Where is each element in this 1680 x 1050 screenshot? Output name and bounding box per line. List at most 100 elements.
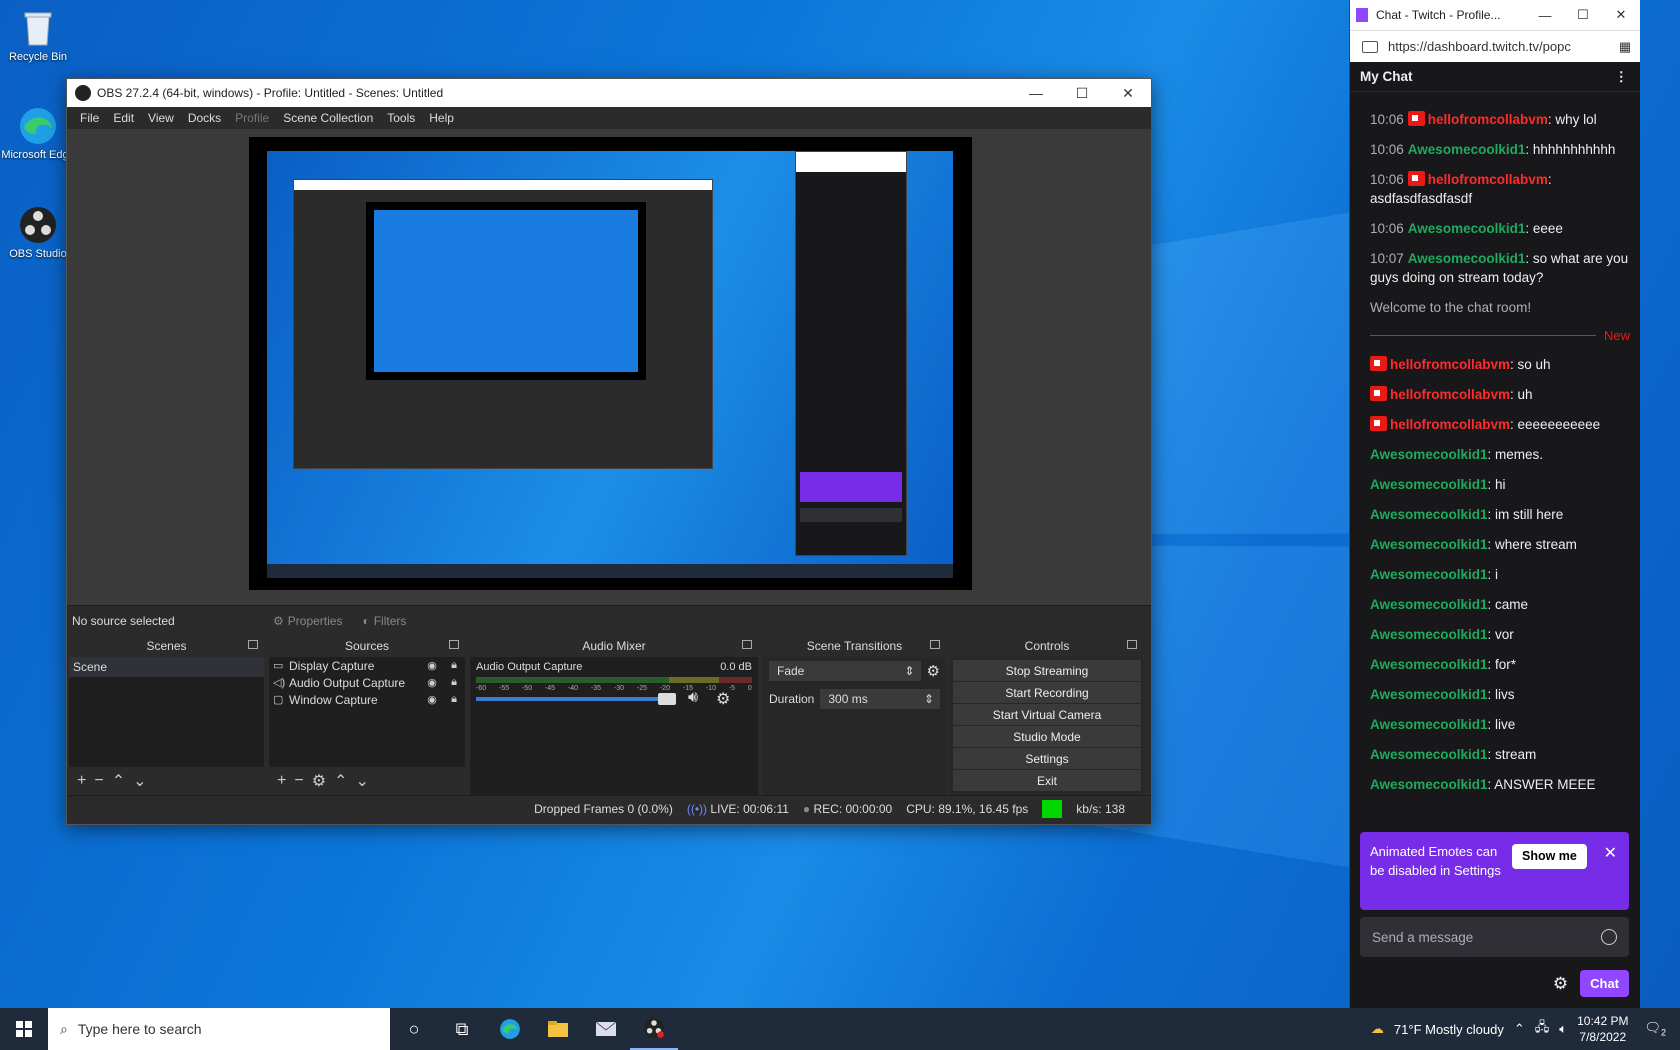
- chat-username[interactable]: hellofromcollabvm: [1390, 387, 1510, 402]
- desktop-icon-obs[interactable]: OBS Studio: [0, 205, 76, 260]
- start-button[interactable]: [0, 1008, 48, 1050]
- chat-username[interactable]: Awesomecoolkid1: [1370, 567, 1488, 582]
- menu-view[interactable]: View: [141, 111, 181, 125]
- move-up-icon[interactable]: ⌃: [112, 771, 125, 791]
- edge-taskbar-icon[interactable]: [486, 1008, 534, 1050]
- cortana-icon[interactable]: ○: [390, 1008, 438, 1050]
- duration-input[interactable]: 300 ms ⇕: [820, 689, 940, 709]
- filters-button[interactable]: ◐ Filters: [356, 612, 412, 630]
- undock-icon[interactable]: [930, 640, 940, 649]
- undock-icon[interactable]: [248, 640, 258, 649]
- task-view-icon[interactable]: ⧉: [438, 1008, 486, 1050]
- undock-icon[interactable]: [1127, 640, 1137, 649]
- menu-docks[interactable]: Docks: [181, 111, 228, 125]
- chat-input[interactable]: Send a message: [1360, 917, 1629, 957]
- volume-icon[interactable]: 🔈︎: [1559, 1021, 1567, 1037]
- obs-taskbar-icon[interactable]: [630, 1008, 678, 1050]
- chat-send-button[interactable]: Chat: [1580, 970, 1629, 997]
- taskbar-search[interactable]: ⌕ Type here to search: [48, 1008, 390, 1050]
- close-icon[interactable]: ✕: [1604, 844, 1617, 863]
- undock-icon[interactable]: [449, 640, 459, 649]
- remove-icon[interactable]: −: [94, 772, 103, 790]
- studio-mode-button[interactable]: Studio Mode: [953, 726, 1141, 747]
- volume-slider[interactable]: [476, 697, 674, 701]
- lock-icon[interactable]: 🔒︎: [443, 693, 465, 706]
- weather-text[interactable]: 71°F Mostly cloudy: [1394, 1022, 1504, 1037]
- exit-button[interactable]: Exit: [953, 770, 1141, 791]
- remove-icon[interactable]: −: [294, 772, 303, 790]
- chat-username[interactable]: Awesomecoolkid1: [1370, 447, 1488, 462]
- lock-icon[interactable]: 🔒︎: [443, 676, 465, 689]
- chat-username[interactable]: hellofromcollabvm: [1390, 357, 1510, 372]
- more-options-icon[interactable]: ⋮: [1615, 69, 1629, 85]
- scene-item[interactable]: Scene: [69, 657, 264, 677]
- network-icon[interactable]: 🖧︎: [1535, 1018, 1550, 1040]
- source-item[interactable]: ▢ Window Capture ◉ 🔒︎: [269, 691, 465, 708]
- chat-username[interactable]: Awesomecoolkid1: [1370, 627, 1488, 642]
- eye-icon[interactable]: ◉: [421, 676, 443, 689]
- eye-icon[interactable]: ◉: [421, 693, 443, 706]
- close-button[interactable]: ✕: [1105, 79, 1151, 107]
- move-down-icon[interactable]: ⌄: [133, 771, 146, 791]
- gear-icon[interactable]: ⚙: [927, 662, 940, 680]
- chat-username[interactable]: Awesomecoolkid1: [1370, 717, 1488, 732]
- stepper-icon[interactable]: ⇕: [924, 692, 934, 706]
- obs-titlebar[interactable]: OBS 27.2.4 (64-bit, windows) - Profile: …: [67, 79, 1151, 107]
- chat-username[interactable]: Awesomecoolkid1: [1370, 777, 1488, 792]
- chevron-up-icon[interactable]: ⌃: [1514, 1021, 1525, 1037]
- close-button[interactable]: ✕: [1602, 7, 1640, 23]
- menu-profile[interactable]: Profile: [228, 111, 276, 125]
- app-icon[interactable]: ▦: [1610, 39, 1640, 55]
- stop-streaming-button[interactable]: Stop Streaming: [953, 660, 1141, 681]
- notification-icon[interactable]: 🗨︎2: [1638, 1020, 1672, 1038]
- chat-username[interactable]: hellofromcollabvm: [1428, 172, 1548, 187]
- maximize-button[interactable]: ☐: [1564, 7, 1602, 23]
- menu-help[interactable]: Help: [422, 111, 461, 125]
- menu-tools[interactable]: Tools: [380, 111, 422, 125]
- slider-handle[interactable]: [658, 693, 676, 705]
- chat-username[interactable]: Awesomecoolkid1: [1370, 597, 1488, 612]
- start-recording-button[interactable]: Start Recording: [953, 682, 1141, 703]
- properties-button[interactable]: ⚙ Properties: [267, 612, 348, 630]
- desktop-icon-recycle-bin[interactable]: Recycle Bin: [0, 8, 76, 63]
- menu-scene-collection[interactable]: Scene Collection: [276, 111, 380, 125]
- program-preview[interactable]: [249, 137, 972, 590]
- gear-icon[interactable]: ⚙: [716, 689, 730, 709]
- settings-button[interactable]: Settings: [953, 748, 1141, 769]
- eye-icon[interactable]: ◉: [421, 659, 443, 672]
- lock-icon[interactable]: 🔒︎: [443, 659, 465, 672]
- move-up-icon[interactable]: ⌃: [334, 771, 347, 791]
- minimize-button[interactable]: —: [1013, 79, 1059, 107]
- chat-username[interactable]: Awesomecoolkid1: [1370, 657, 1488, 672]
- clock[interactable]: 10:42 PM 7/8/2022: [1577, 1013, 1628, 1045]
- desktop-icon-edge[interactable]: Microsoft Edge: [0, 106, 76, 161]
- menu-file[interactable]: File: [73, 111, 106, 125]
- chat-username[interactable]: Awesomecoolkid1: [1408, 142, 1526, 157]
- emote-picker-icon[interactable]: [1601, 929, 1617, 945]
- chat-username[interactable]: Awesomecoolkid1: [1408, 251, 1526, 266]
- chat-username[interactable]: Awesomecoolkid1: [1370, 747, 1488, 762]
- gear-icon[interactable]: ⚙: [312, 771, 326, 791]
- undock-icon[interactable]: [742, 640, 752, 649]
- chat-username[interactable]: hellofromcollabvm: [1428, 112, 1548, 127]
- chat-titlebar[interactable]: Chat - Twitch - Profile... — ☐ ✕: [1350, 0, 1640, 30]
- maximize-button[interactable]: ☐: [1059, 79, 1105, 107]
- minimize-button[interactable]: —: [1526, 8, 1564, 23]
- add-icon[interactable]: +: [77, 772, 86, 790]
- mail-icon[interactable]: [582, 1008, 630, 1050]
- chat-username[interactable]: Awesomecoolkid1: [1370, 507, 1488, 522]
- speaker-icon[interactable]: 🔊︎: [688, 689, 698, 707]
- menu-edit[interactable]: Edit: [106, 111, 141, 125]
- move-down-icon[interactable]: ⌄: [355, 771, 368, 791]
- chat-username[interactable]: Awesomecoolkid1: [1370, 537, 1488, 552]
- address-bar[interactable]: https://dashboard.twitch.tv/popc ▦: [1350, 30, 1640, 62]
- source-item[interactable]: ▭ Display Capture ◉ 🔒︎: [269, 657, 465, 674]
- gear-icon[interactable]: ⚙: [1553, 974, 1568, 994]
- chat-username[interactable]: Awesomecoolkid1: [1370, 687, 1488, 702]
- file-explorer-icon[interactable]: [534, 1008, 582, 1050]
- start-virtual-camera-button[interactable]: Start Virtual Camera: [953, 704, 1141, 725]
- chat-username[interactable]: Awesomecoolkid1: [1408, 221, 1526, 236]
- chat-username[interactable]: hellofromcollabvm: [1390, 417, 1510, 432]
- show-me-button[interactable]: Show me: [1512, 844, 1587, 869]
- chat-username[interactable]: Awesomecoolkid1: [1370, 477, 1488, 492]
